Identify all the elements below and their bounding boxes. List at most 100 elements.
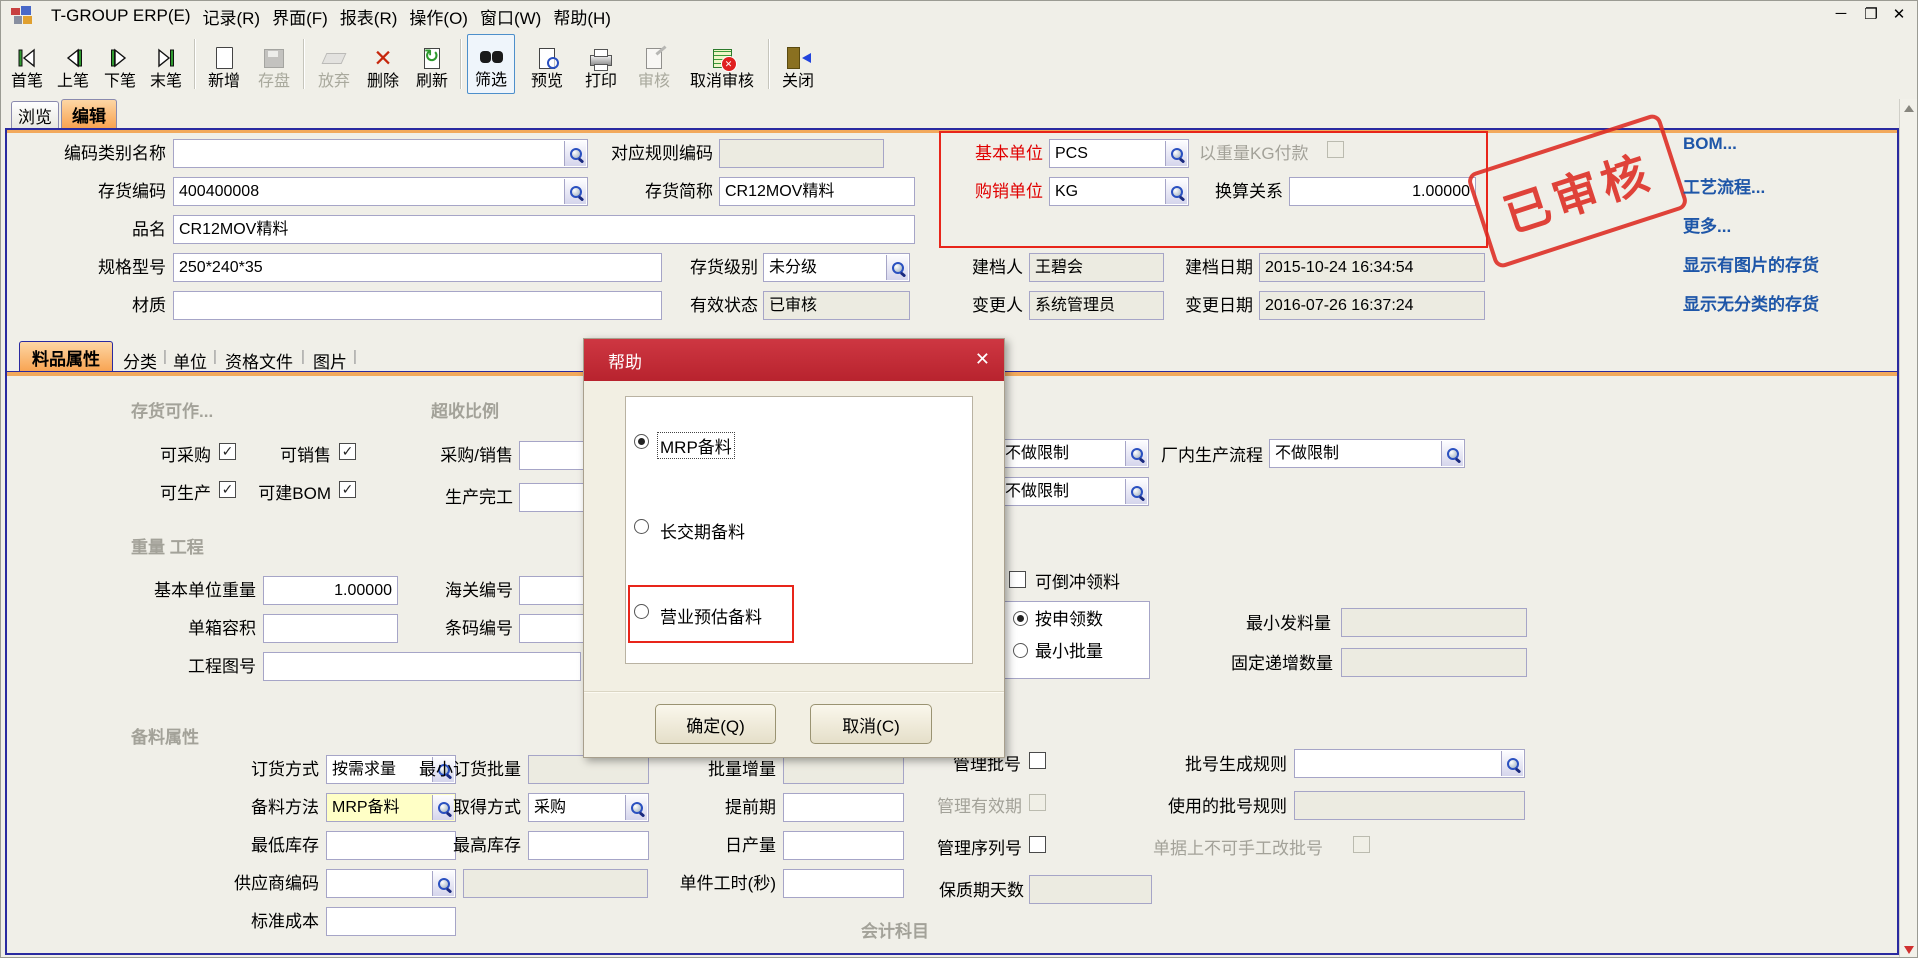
sellable-label: 可销售 <box>261 445 331 467</box>
menu-window[interactable]: 窗口(W) <box>474 2 547 31</box>
dialog-mrp-label[interactable]: MRP备料 <box>657 432 735 459</box>
min-order-field <box>528 755 649 784</box>
toolbar-first-button[interactable]: 首笔 <box>5 34 49 94</box>
dialog-sales-forecast-radio[interactable] <box>634 604 649 619</box>
acquire-method-lookup-button[interactable] <box>625 795 647 820</box>
menu-help[interactable]: 帮助(H) <box>547 2 617 31</box>
toolbar-print-button[interactable]: 打印 <box>578 34 624 94</box>
item-code-field[interactable]: 400400008 <box>173 177 588 206</box>
dialog-close-icon[interactable]: ✕ <box>975 349 990 370</box>
toolbar-prev-button[interactable]: 上笔 <box>51 34 95 94</box>
tab-edit[interactable]: 编辑 <box>61 99 117 129</box>
unit-weight-field[interactable]: 1.00000 <box>263 576 398 605</box>
material-field[interactable] <box>173 291 662 320</box>
trade-unit-field[interactable]: KG <box>1049 177 1189 206</box>
level-field[interactable]: 未分级 <box>763 253 910 282</box>
tab-images[interactable]: 图片 <box>313 348 347 373</box>
level-lookup-button[interactable] <box>886 255 908 280</box>
item-code-lookup-button[interactable] <box>564 179 586 204</box>
link-more[interactable]: 更多... <box>1683 212 1731 237</box>
base-unit-lookup-button[interactable] <box>1165 141 1187 166</box>
tab-qualification-files[interactable]: 资格文件 <box>225 348 293 373</box>
min-batch-radio[interactable] <box>1013 643 1028 658</box>
restriction-lookup-button[interactable] <box>1125 479 1147 504</box>
max-stock-field[interactable] <box>528 831 649 860</box>
dialog-sales-forecast-label[interactable]: 营业预估备料 <box>660 603 762 628</box>
dialog-ok-button[interactable]: 确定(Q) <box>655 704 776 744</box>
vertical-scrollbar[interactable] <box>1899 99 1917 958</box>
toolbar-next-button[interactable]: 下笔 <box>98 34 142 94</box>
min-stock-field[interactable] <box>326 831 456 860</box>
factory-flow-lookup-button[interactable] <box>1441 441 1463 466</box>
tab-unit[interactable]: 单位 <box>173 348 207 373</box>
spec-field[interactable]: 250*240*35 <box>173 253 662 282</box>
purchasable-checkbox[interactable] <box>219 443 236 460</box>
minimize-button[interactable]: ─ <box>1829 5 1853 22</box>
dialog-cancel-button[interactable]: 取消(C) <box>810 704 932 744</box>
menu-operation[interactable]: 操作(O) <box>403 2 474 31</box>
restriction-field-2[interactable]: 不做限制 <box>999 477 1149 506</box>
product-name-field[interactable]: CR12MOV精料 <box>173 215 915 244</box>
menu-interface[interactable]: 界面(F) <box>266 2 334 31</box>
toolbar-new-button[interactable]: 新增 <box>201 34 247 94</box>
manage-serial-checkbox[interactable] <box>1029 836 1046 853</box>
base-unit-field[interactable]: PCS <box>1049 139 1189 168</box>
lead-time-field[interactable] <box>783 793 904 822</box>
std-cost-field[interactable] <box>326 907 456 936</box>
coding-category-lookup-button[interactable] <box>564 141 586 166</box>
menu-record[interactable]: 记录(R) <box>196 2 266 31</box>
restore-button[interactable]: ❐ <box>1859 5 1883 23</box>
dialog-titlebar[interactable]: 帮助 <box>584 339 1004 381</box>
dialog-long-lead-radio[interactable] <box>634 519 649 534</box>
lot-rule-lookup-button[interactable] <box>1501 751 1523 776</box>
conversion-field[interactable]: 1.00000 <box>1289 177 1476 206</box>
supplier-code-field[interactable] <box>326 869 456 898</box>
link-show-items-with-images[interactable]: 显示有图片的存货 <box>1683 251 1819 276</box>
by-request-radio[interactable] <box>1013 611 1028 626</box>
tab-item-attributes[interactable]: 料品属性 <box>19 341 113 373</box>
toolbar-preview-button[interactable]: 预览 <box>524 34 570 94</box>
lot-rule-field[interactable] <box>1294 749 1525 778</box>
modify-date-label: 变更日期 <box>1173 295 1253 317</box>
dialog-long-lead-label[interactable]: 长交期备料 <box>660 518 745 543</box>
coding-category-field[interactable] <box>173 139 588 168</box>
toolbar-close-button[interactable]: 关闭 <box>775 34 821 94</box>
stock-method-field[interactable]: MRP备料 <box>326 793 456 822</box>
menu-report[interactable]: 报表(R) <box>334 2 404 31</box>
sellable-checkbox[interactable] <box>339 443 356 460</box>
toolbar-refresh-button[interactable]: 刷新 <box>409 34 455 94</box>
cancel-audit-icon <box>708 45 736 71</box>
tab-separator: | <box>301 348 305 365</box>
manage-lot-checkbox[interactable] <box>1029 752 1046 769</box>
backflush-checkbox[interactable] <box>1009 571 1026 588</box>
box-volume-field[interactable] <box>263 614 398 643</box>
link-bom[interactable]: BOM... <box>1683 134 1737 154</box>
link-show-unclassified-items[interactable]: 显示无分类的存货 <box>1683 290 1819 315</box>
tab-browse[interactable]: 浏览 <box>11 101 59 129</box>
supplier-code-lookup-button[interactable] <box>432 871 454 896</box>
used-lot-rule-field <box>1294 791 1525 820</box>
can-bom-checkbox[interactable] <box>339 481 356 498</box>
tab-classification[interactable]: 分类 <box>123 348 157 373</box>
link-process-flow[interactable]: 工艺流程... <box>1683 173 1765 198</box>
toolbar-last-button[interactable]: 末笔 <box>144 34 188 94</box>
no-manual-lot-label: 单据上不可手工改批号 <box>1153 838 1323 860</box>
producible-checkbox[interactable] <box>219 481 236 498</box>
toolbar-cancel-audit-button[interactable]: 取消审核 <box>681 34 763 94</box>
tab-separator: | <box>353 348 357 365</box>
drawing-no-field[interactable] <box>263 652 581 681</box>
factory-flow-field[interactable]: 不做限制 <box>1269 439 1465 468</box>
close-window-button[interactable]: ✕ <box>1887 5 1911 23</box>
scroll-up-button[interactable] <box>1900 99 1917 117</box>
restriction-field-1[interactable]: 不做限制 <box>999 439 1149 468</box>
dialog-mrp-radio[interactable] <box>634 434 649 449</box>
toolbar-delete-button[interactable]: 删除 <box>360 34 406 94</box>
unit-hours-field[interactable] <box>783 869 904 898</box>
menu-tgroup-erp[interactable]: T-GROUP ERP(E) <box>45 4 196 28</box>
daily-output-field[interactable] <box>783 831 904 860</box>
scroll-down-button[interactable] <box>1900 941 1917 958</box>
toolbar-filter-button[interactable]: 筛选 <box>467 34 515 94</box>
acquire-method-field[interactable]: 采购 <box>528 793 649 822</box>
restriction-lookup-button[interactable] <box>1125 441 1147 466</box>
item-abbr-field[interactable]: CR12MOV精料 <box>719 177 915 206</box>
